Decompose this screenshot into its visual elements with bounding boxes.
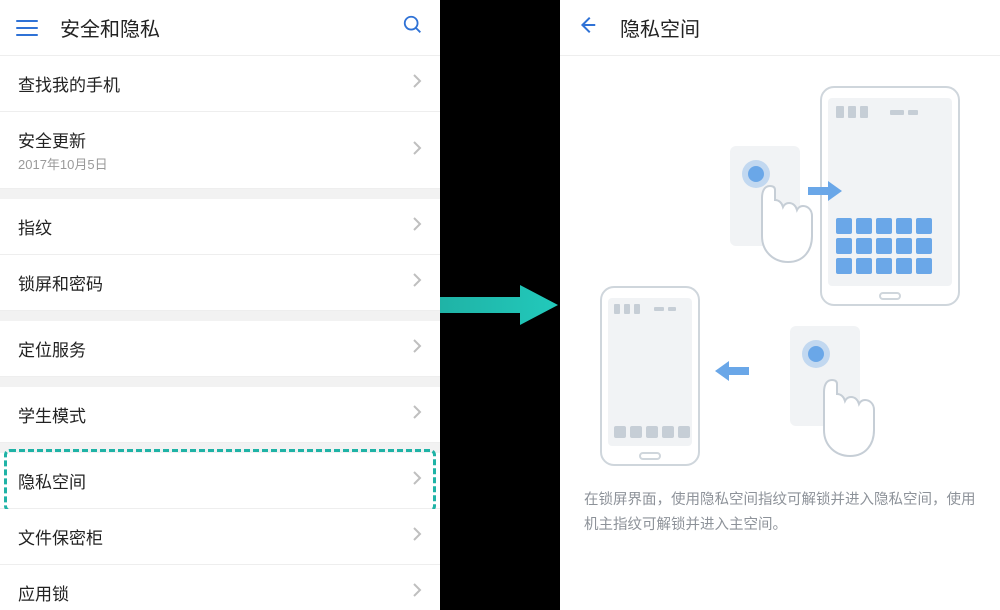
header: 隐私空间 [560, 0, 1000, 56]
chevron-right-icon [412, 73, 422, 94]
row-lockscreen-password[interactable]: 锁屏和密码 [0, 255, 440, 311]
section-divider [0, 443, 440, 453]
finger-icon [812, 370, 882, 460]
chevron-right-icon [412, 216, 422, 237]
row-label: 查找我的手机 [18, 71, 412, 96]
row-label: 定位服务 [18, 336, 412, 361]
row-sublabel: 2017年10月5日 [18, 154, 412, 173]
arrow-right-icon [808, 181, 842, 201]
page-title: 安全和隐私 [60, 13, 402, 42]
back-icon[interactable] [576, 14, 598, 41]
row-find-my-phone[interactable]: 查找我的手机 [0, 56, 440, 112]
chevron-right-icon [412, 140, 422, 161]
row-label: 应用锁 [18, 580, 412, 605]
menu-icon[interactable] [16, 16, 40, 40]
page-title: 隐私空间 [620, 13, 984, 42]
row-label: 文件保密柜 [18, 524, 412, 549]
row-app-lock[interactable]: 应用锁 [0, 565, 440, 610]
chevron-right-icon [412, 470, 422, 491]
row-private-space[interactable]: 隐私空间 [0, 453, 440, 509]
search-icon[interactable] [402, 14, 424, 41]
settings-list: 查找我的手机 安全更新 2017年10月5日 指纹 锁屏和密码 定位服务 学生模… [0, 56, 440, 610]
private-space-screen: 隐私空间 [560, 0, 1000, 610]
row-security-update[interactable]: 安全更新 2017年10月5日 [0, 112, 440, 189]
row-label: 锁屏和密码 [18, 270, 412, 295]
chevron-right-icon [412, 526, 422, 547]
row-file-safe[interactable]: 文件保密柜 [0, 509, 440, 565]
chevron-right-icon [412, 582, 422, 603]
row-label: 指纹 [18, 214, 412, 239]
row-location[interactable]: 定位服务 [0, 321, 440, 377]
section-divider [0, 311, 440, 321]
row-student-mode[interactable]: 学生模式 [0, 387, 440, 443]
chevron-right-icon [412, 338, 422, 359]
section-divider [0, 377, 440, 387]
chevron-right-icon [412, 404, 422, 425]
row-label: 学生模式 [18, 402, 412, 427]
flow-arrow-icon [440, 280, 560, 330]
section-divider [0, 189, 440, 199]
row-label: 安全更新 [18, 127, 412, 152]
row-fingerprint[interactable]: 指纹 [0, 199, 440, 255]
phone-illustration-private [600, 286, 700, 466]
row-label: 隐私空间 [18, 468, 412, 493]
arrow-left-icon [715, 361, 749, 381]
header: 安全和隐私 [0, 0, 440, 56]
illustration [560, 56, 1000, 476]
caption-text: 在锁屏界面，使用隐私空间指纹可解锁并进入隐私空间，使用机主指纹可解锁并进入主空间… [560, 476, 1000, 537]
chevron-right-icon [412, 272, 422, 293]
settings-screen: 安全和隐私 查找我的手机 安全更新 2017年10月5日 指纹 锁屏和密码 定 [0, 0, 440, 610]
